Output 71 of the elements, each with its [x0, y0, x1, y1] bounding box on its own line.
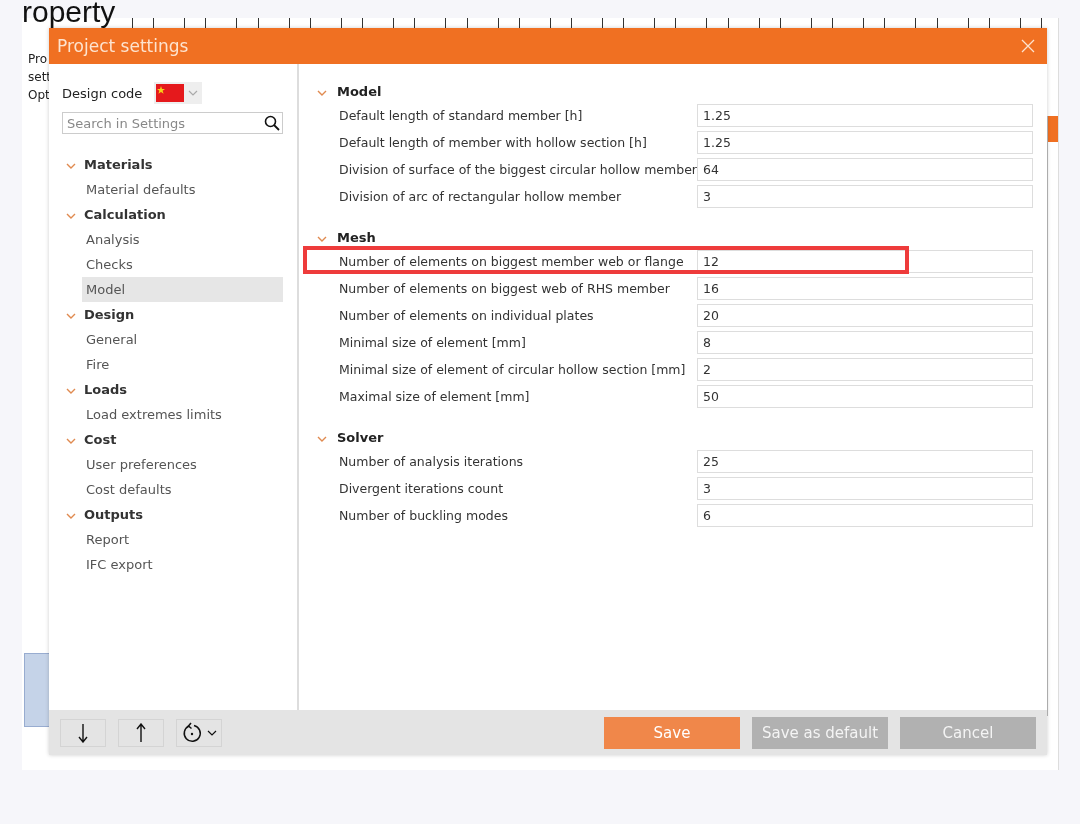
setting-label: Number of elements on individual plates — [339, 308, 595, 323]
tree-group-label[interactable]: Design — [84, 307, 135, 322]
setting-label: Division of surface of the biggest circular hollow member — [339, 162, 697, 177]
arrow-down-icon — [78, 722, 88, 743]
setting-label: Default length of member with hollow section [h] — [339, 135, 648, 150]
section-title: Mesh — [337, 229, 376, 245]
chevron-down-icon[interactable] — [66, 512, 76, 520]
search-icon — [264, 115, 280, 131]
setting-field[interactable]: 64 — [697, 158, 1033, 181]
setting-label: Maximal size of element [mm] — [339, 389, 531, 404]
reset-dropdown-button[interactable] — [176, 718, 222, 747]
tree-group-label[interactable]: Materials — [84, 157, 153, 172]
setting-label: Number of elements on biggest web of RHS member — [339, 281, 671, 296]
arrow-up-icon — [136, 722, 146, 743]
chevron-down-icon[interactable] — [66, 162, 76, 170]
chevron-down-icon[interactable] — [66, 212, 76, 220]
tree-item[interactable]: General — [82, 327, 283, 352]
search-field[interactable]: Search in Settings — [62, 112, 283, 134]
setting-label: Division of arc of rectangular hollow member — [339, 189, 623, 204]
tree-item[interactable]: Fire — [82, 352, 283, 377]
setting-field[interactable]: 6 — [697, 504, 1033, 527]
setting-label: Number of buckling modes — [339, 508, 509, 523]
move-up-button[interactable] — [118, 718, 164, 747]
setting-field[interactable]: 3 — [697, 185, 1033, 208]
chevron-down-icon[interactable] — [317, 88, 327, 97]
chevron-down-icon[interactable] — [317, 234, 327, 243]
chevron-down-icon — [188, 89, 199, 97]
tree-item[interactable]: Analysis — [82, 227, 283, 252]
design-code-dropdown[interactable] — [154, 82, 203, 104]
flag-icon — [156, 84, 185, 102]
tree-item[interactable]: User preferences — [82, 452, 283, 477]
setting-label: Divergent iterations count — [339, 481, 505, 496]
tree-item[interactable]: Material defaults — [82, 177, 283, 202]
setting-field[interactable]: 2 — [697, 358, 1033, 381]
close-icon[interactable] — [1021, 39, 1035, 53]
setting-field[interactable]: 16 — [697, 277, 1033, 300]
chevron-down-icon[interactable] — [66, 437, 76, 445]
setting-field[interactable]: 1.25 — [697, 104, 1033, 127]
tree-item[interactable]: Model — [82, 277, 283, 302]
tree-item[interactable]: Load extremes limits — [82, 402, 283, 427]
setting-field[interactable]: 1.25 — [697, 131, 1033, 154]
design-code-label: Design code — [62, 85, 143, 101]
section-title: Model — [337, 83, 382, 99]
tree-group-label[interactable]: Outputs — [84, 507, 144, 522]
tree-item[interactable]: IFC export — [82, 552, 283, 577]
setting-field[interactable]: 8 — [697, 331, 1033, 354]
tree-item[interactable]: Checks — [82, 252, 283, 277]
dialog-title: Project settings — [57, 36, 189, 56]
setting-field[interactable]: 3 — [697, 477, 1033, 500]
tree-group-label[interactable]: Loads — [84, 382, 128, 397]
chevron-down-icon[interactable] — [317, 434, 327, 443]
section-title: Solver — [337, 429, 384, 445]
setting-label: Minimal size of element of circular hollow section [mm] — [339, 362, 687, 377]
page-heading: roperty — [22, 0, 116, 27]
tree-item[interactable]: Report — [82, 527, 283, 552]
setting-field[interactable]: 25 — [697, 450, 1033, 473]
move-down-button[interactable] — [60, 718, 106, 747]
chevron-down-icon — [207, 728, 217, 737]
rotate-icon — [181, 721, 203, 744]
setting-field[interactable]: 20 — [697, 304, 1033, 327]
setting-field[interactable]: 50 — [697, 385, 1033, 408]
ribbon-label: Pro — [28, 52, 49, 66]
setting-label: Default length of standard member [h] — [339, 108, 584, 123]
tree-item[interactable]: Cost defaults — [82, 477, 283, 502]
tree-group-label[interactable]: Cost — [84, 432, 117, 447]
chevron-down-icon[interactable] — [66, 387, 76, 395]
setting-label: Minimal size of element [mm] — [339, 335, 527, 350]
chevron-down-icon[interactable] — [66, 312, 76, 320]
setting-label: Number of analysis iterations — [339, 454, 525, 469]
setting-label: Number of elements on biggest member web or flange — [339, 254, 685, 269]
tree-group-label[interactable]: Calculation — [84, 207, 166, 222]
